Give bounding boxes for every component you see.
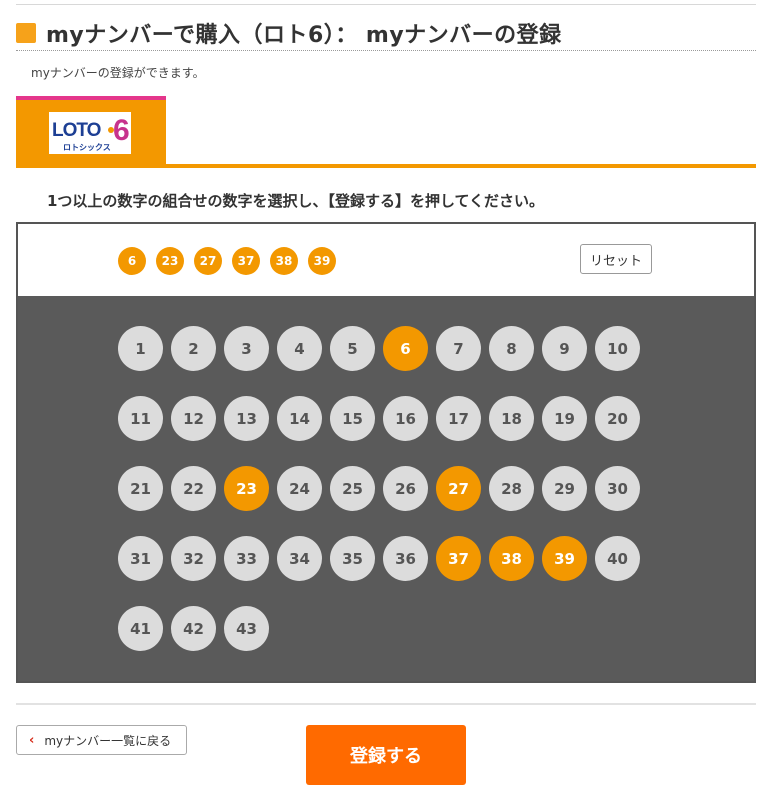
number-ball-26[interactable]: 26 [383,466,428,511]
number-ball-28[interactable]: 28 [489,466,534,511]
number-ball-42[interactable]: 42 [171,606,216,651]
number-ball-27[interactable]: 27 [436,466,481,511]
number-ball-17[interactable]: 17 [436,396,481,441]
number-ball-32[interactable]: 32 [171,536,216,581]
number-ball-25[interactable]: 25 [330,466,375,511]
number-ball-30[interactable]: 30 [595,466,640,511]
selected-number: 23 [156,247,184,275]
number-ball-18[interactable]: 18 [489,396,534,441]
instruction-text: 1つ以上の数字の組合せの数字を選択し、【登録する】を押してください。 [47,192,545,210]
title-marker-icon [16,23,36,43]
top-divider [16,4,756,5]
number-ball-37[interactable]: 37 [436,536,481,581]
tab-loto6[interactable]: LOTO 6 ロトシックス [16,96,166,164]
reset-button[interactable]: リセット [580,244,652,274]
register-button[interactable]: 登録する [306,725,466,785]
number-ball-10[interactable]: 10 [595,326,640,371]
number-ball-6[interactable]: 6 [383,326,428,371]
page-title: myナンバーで購入（ロト6）： myナンバーの登録 [46,23,562,48]
number-ball-5[interactable]: 5 [330,326,375,371]
number-ball-3[interactable]: 3 [224,326,269,371]
number-ball-40[interactable]: 40 [595,536,640,581]
number-ball-22[interactable]: 22 [171,466,216,511]
selected-numbers-bar: 6 23 27 37 38 39 リセット [18,224,754,296]
footer-divider [16,703,756,705]
number-ball-31[interactable]: 31 [118,536,163,581]
number-ball-12[interactable]: 12 [171,396,216,441]
number-ball-15[interactable]: 15 [330,396,375,441]
number-ball-8[interactable]: 8 [489,326,534,371]
number-ball-2[interactable]: 2 [171,326,216,371]
svg-text:6: 6 [113,114,130,147]
number-ball-41[interactable]: 41 [118,606,163,651]
number-ball-36[interactable]: 36 [383,536,428,581]
number-ball-16[interactable]: 16 [383,396,428,441]
number-ball-14[interactable]: 14 [277,396,322,441]
svg-text:LOTO: LOTO [52,120,101,141]
number-ball-21[interactable]: 21 [118,466,163,511]
number-ball-23[interactable]: 23 [224,466,269,511]
number-ball-11[interactable]: 11 [118,396,163,441]
selected-number: 37 [232,247,260,275]
number-ball-35[interactable]: 35 [330,536,375,581]
selected-number: 38 [270,247,298,275]
selected-number: 27 [194,247,222,275]
number-ball-7[interactable]: 7 [436,326,481,371]
number-ball-13[interactable]: 13 [224,396,269,441]
chevron-left-icon: ‹ [29,732,35,748]
loto6-logo: LOTO 6 ロトシックス [49,112,131,154]
page-header: myナンバーで購入（ロト6）： myナンバーの登録 [16,14,756,51]
page-description: myナンバーの登録ができます。 [31,66,205,80]
selected-number: 39 [308,247,336,275]
number-ball-43[interactable]: 43 [224,606,269,651]
number-ball-33[interactable]: 33 [224,536,269,581]
number-ball-24[interactable]: 24 [277,466,322,511]
number-selection-panel: 6 23 27 37 38 39 リセット 1 2 3 4 5 6 7 8 9 10 11 12 13 1… [16,222,756,683]
back-to-list-button[interactable]: ‹ myナンバー一覧に戻る [16,725,187,755]
number-ball-34[interactable]: 34 [277,536,322,581]
selected-number: 6 [118,247,146,275]
number-ball-19[interactable]: 19 [542,396,587,441]
back-button-label: myナンバー一覧に戻る [44,733,172,748]
number-ball-9[interactable]: 9 [542,326,587,371]
number-ball-29[interactable]: 29 [542,466,587,511]
tab-underline [16,164,756,168]
number-ball-4[interactable]: 4 [277,326,322,371]
svg-text:ロトシックス: ロトシックス [63,142,111,152]
number-ball-20[interactable]: 20 [595,396,640,441]
number-ball-39[interactable]: 39 [542,536,587,581]
number-ball-1[interactable]: 1 [118,326,163,371]
number-ball-38[interactable]: 38 [489,536,534,581]
